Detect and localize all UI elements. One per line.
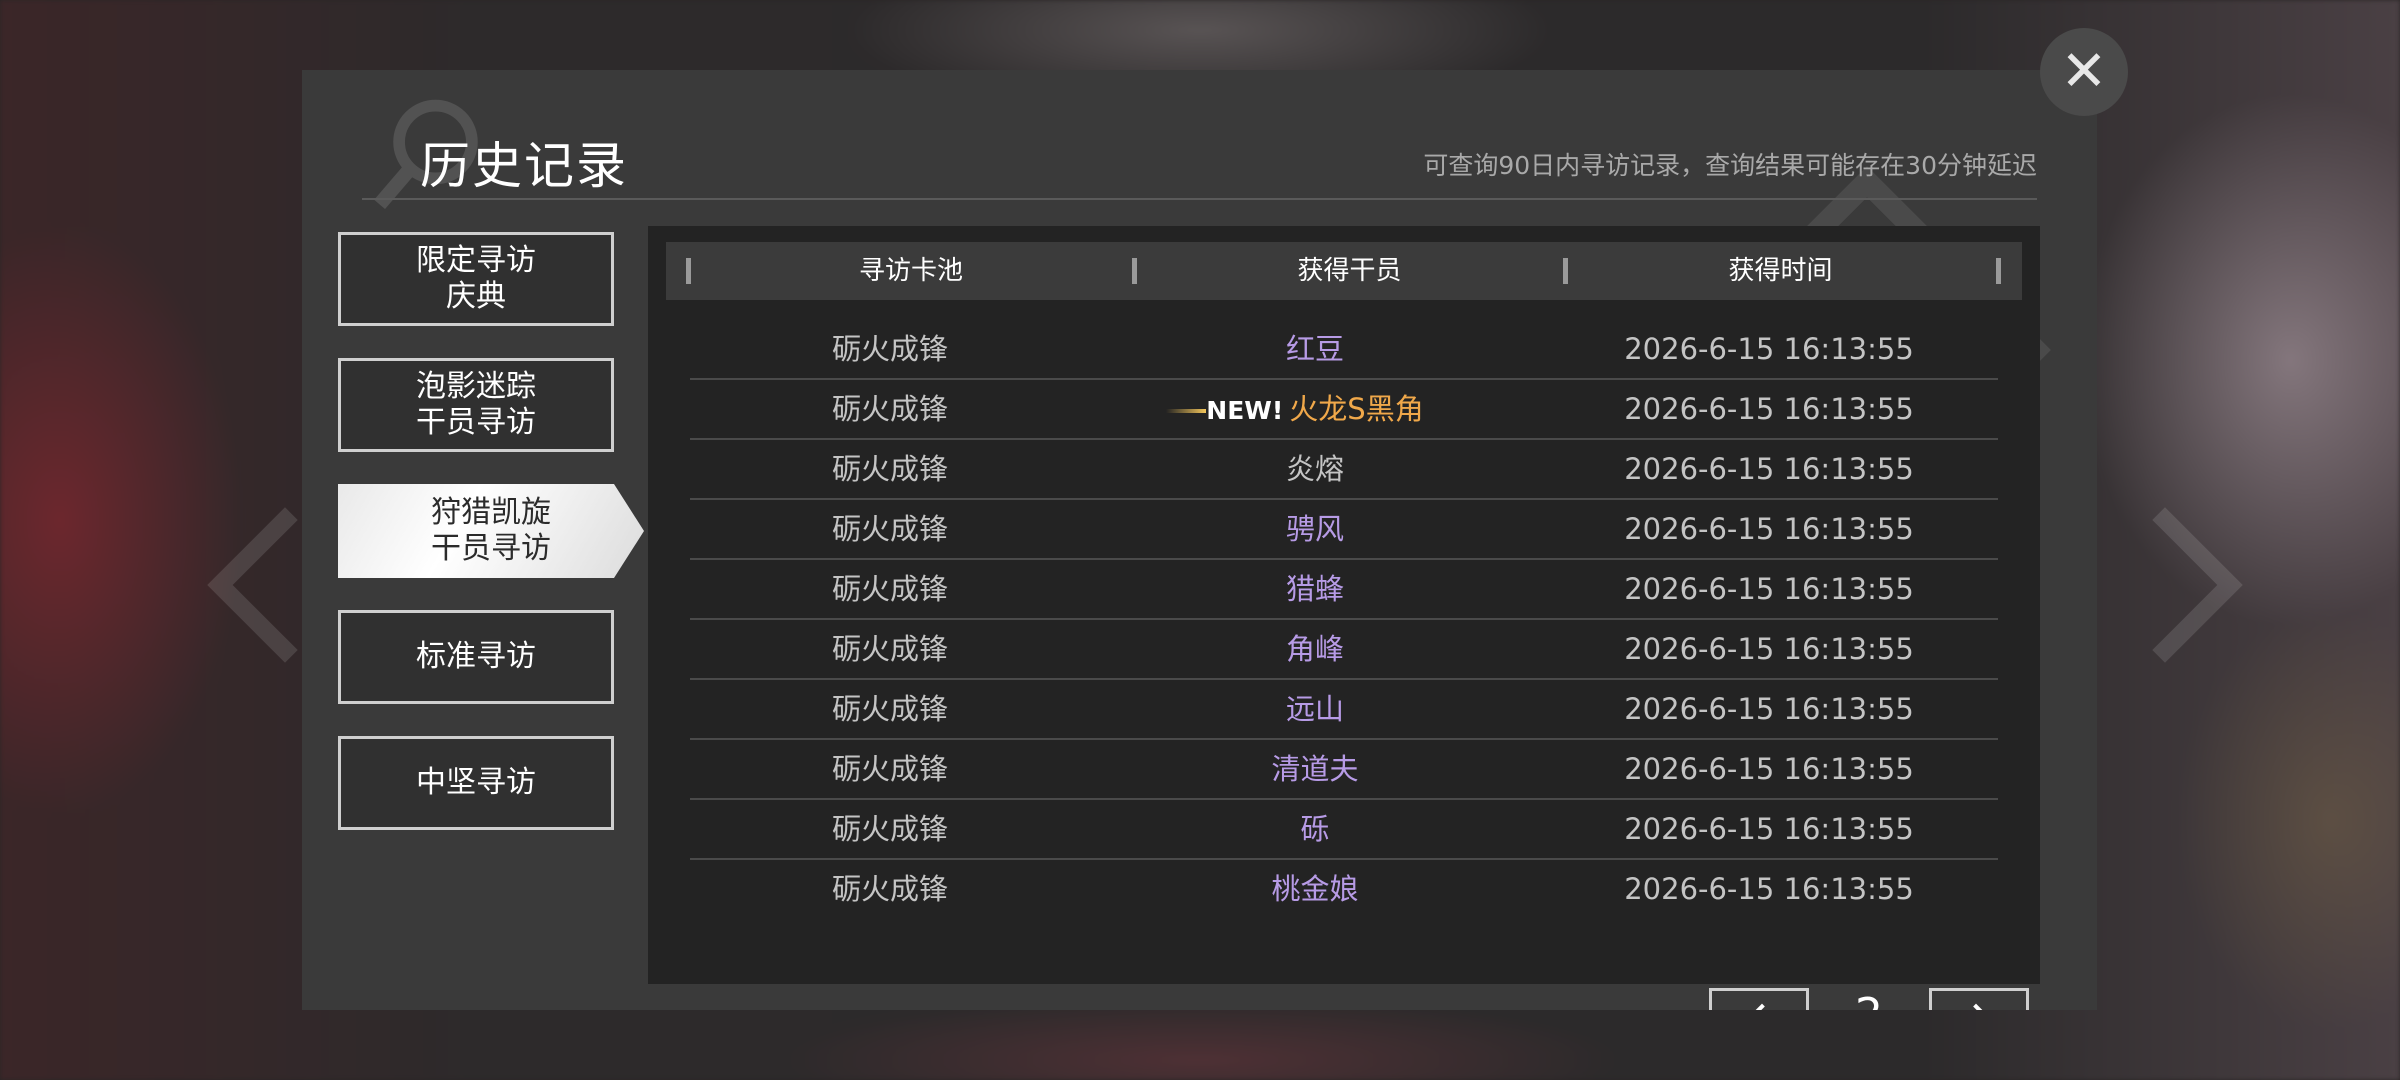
table-row: 砺火成锋 炎熔 2026-6-15 16:13:55: [690, 440, 1998, 500]
table-row: 砺火成锋 猎蜂 2026-6-15 16:13:55: [690, 560, 1998, 620]
sidebar-item-standard[interactable]: 标准寻访: [338, 610, 614, 704]
time-cell: 2026-6-15 16:13:55: [1624, 512, 1914, 546]
table-row: 砺火成锋 NEW! 火龙S黑角 2026-6-15 16:13:55: [690, 380, 1998, 440]
table-body: 砺火成锋 红豆 2026-6-15 16:13:55 砺火成锋 NEW! 火龙S黑…: [690, 320, 1998, 920]
pool-cell: 砺火成锋: [831, 392, 948, 426]
time-cell: 2026-6-15 16:13:55: [1624, 812, 1914, 846]
table-header: 寻访卡池 获得干员 获得时间: [666, 242, 2022, 300]
page-title: 历史记录: [420, 137, 628, 195]
sidebar-item-bubble-maze[interactable]: 泡影迷踪 干员寻访: [338, 358, 614, 452]
table-row: 砺火成锋 清道夫 2026-6-15 16:13:55: [690, 740, 1998, 800]
prev-page-button[interactable]: [1709, 988, 1809, 1010]
operator-cell: 远山: [1285, 692, 1344, 726]
table-row: 砺火成锋 红豆 2026-6-15 16:13:55: [690, 320, 1998, 380]
table-row: 砺火成锋 桃金娘 2026-6-15 16:13:55: [690, 860, 1998, 920]
table-row: 砺火成锋 骋风 2026-6-15 16:13:55: [690, 500, 1998, 560]
title-divider: [362, 198, 2037, 200]
history-table: 寻访卡池 获得干员 获得时间 砺火成锋 红豆 2026-6-15 16:13:5…: [648, 226, 2040, 1010]
operator-cell: 红豆: [1285, 332, 1344, 366]
operator-cell: 骋风: [1285, 512, 1344, 546]
table-row: 砺火成锋 砾 2026-6-15 16:13:55: [690, 800, 1998, 860]
table-row: 砺火成锋 角峰 2026-6-15 16:13:55: [690, 620, 1998, 680]
operator-cell: 角峰: [1285, 632, 1344, 666]
time-cell: 2026-6-15 16:13:55: [1624, 572, 1914, 606]
chevron-left-icon: [1750, 1003, 1774, 1010]
chevron-right-icon: [1964, 1003, 1988, 1010]
pool-cell: 砺火成锋: [831, 872, 948, 906]
operator-cell: NEW! 火龙S黑角: [1090, 380, 1540, 438]
time-cell: 2026-6-15 16:13:55: [1624, 632, 1914, 666]
operator-cell: 炎熔: [1285, 452, 1344, 486]
table-row: 砺火成锋 远山 2026-6-15 16:13:55: [690, 680, 1998, 740]
time-cell: 2026-6-15 16:13:55: [1624, 392, 1914, 426]
pool-cell: 砺火成锋: [831, 572, 948, 606]
pool-cell: 砺火成锋: [831, 812, 948, 846]
sidebar-item-hunting-triumph[interactable]: 狩猎凯旋 干员寻访: [338, 484, 644, 578]
new-badge: NEW!: [1166, 382, 1283, 440]
close-icon: ✕: [2060, 39, 2108, 104]
close-button[interactable]: ✕: [2040, 28, 2128, 116]
operator-cell: 桃金娘: [1271, 872, 1359, 906]
operator-name: 火龙S黑角: [1289, 392, 1424, 426]
next-page-button[interactable]: [1929, 988, 2029, 1010]
page-number: 2: [1809, 988, 1929, 1010]
time-cell: 2026-6-15 16:13:55: [1624, 692, 1914, 726]
time-cell: 2026-6-15 16:13:55: [1624, 752, 1914, 786]
time-cell: 2026-6-15 16:13:55: [1624, 872, 1914, 906]
pool-cell: 砺火成锋: [831, 512, 948, 546]
column-header-pool: 寻访卡池: [858, 256, 963, 286]
pool-cell: 砺火成锋: [831, 692, 948, 726]
sidebar-item-limited-celebration[interactable]: 限定寻访 庆典: [338, 232, 614, 326]
page-subtitle: 可查询90日内寻访记录，查询结果可能存在30分钟延迟: [1423, 151, 2037, 180]
operator-cell: 砾: [1300, 812, 1330, 846]
column-header-time: 获得时间: [1728, 256, 1833, 286]
operator-cell: 猎蜂: [1285, 572, 1344, 606]
column-header-operator: 获得干员: [1297, 256, 1402, 286]
header-separator: [1996, 258, 2001, 284]
pool-cell: 砺火成锋: [831, 332, 948, 366]
sidebar-item-core[interactable]: 中坚寻访: [338, 736, 614, 830]
history-panel: 历史记录 可查询90日内寻访记录，查询结果可能存在30分钟延迟 限定寻访 庆典 …: [302, 70, 2097, 1010]
pool-cell: 砺火成锋: [831, 452, 948, 486]
operator-cell: 清道夫: [1271, 752, 1359, 786]
time-cell: 2026-6-15 16:13:55: [1624, 452, 1914, 486]
pool-cell: 砺火成锋: [831, 752, 948, 786]
pool-cell: 砺火成锋: [831, 632, 948, 666]
time-cell: 2026-6-15 16:13:55: [1624, 332, 1914, 366]
